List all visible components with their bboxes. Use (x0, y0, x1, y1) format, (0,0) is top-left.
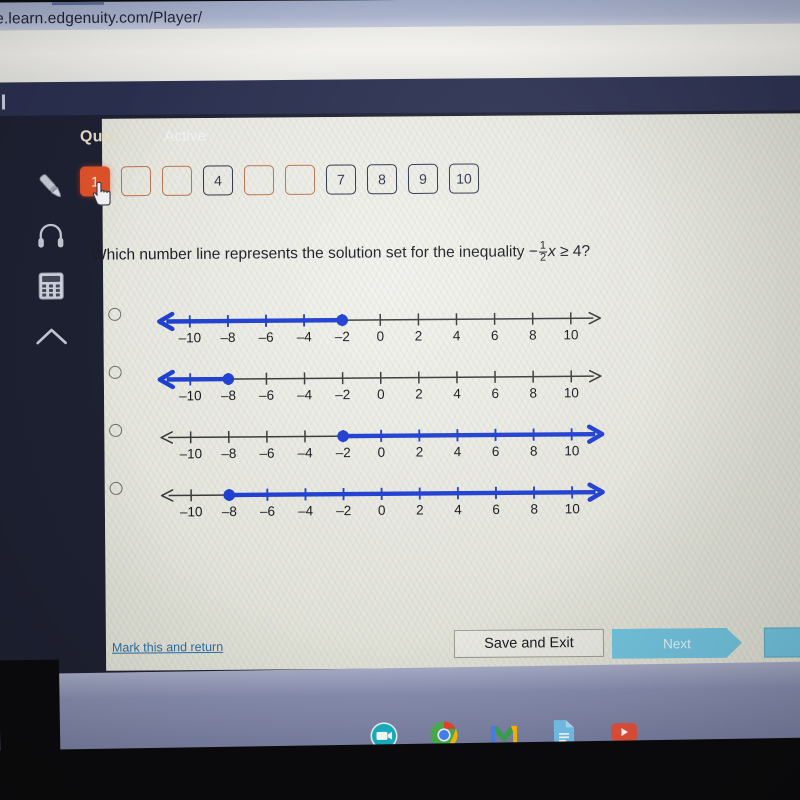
svg-text:4: 4 (454, 444, 462, 459)
svg-text:–4: –4 (298, 503, 314, 518)
svg-text:2: 2 (416, 502, 424, 517)
svg-text:6: 6 (492, 444, 500, 459)
quiz-title: Quiz (79, 128, 116, 146)
question-nav-button-7: 7 (325, 164, 357, 195)
radio-button-c[interactable] (109, 423, 123, 437)
calculator-icon[interactable] (28, 262, 74, 310)
question-nav-button-10: 10 (448, 163, 480, 194)
svg-text:–10: –10 (179, 330, 202, 345)
svg-text:–6: –6 (259, 446, 274, 461)
question-nav-button-4: 4 (202, 165, 234, 196)
svg-text:2: 2 (415, 386, 423, 401)
question-nav-button-2[interactable]: 2 (120, 166, 152, 197)
question-nav-label: 9 (419, 170, 427, 187)
url-text: re.learn.edgenuity.com/Player/ (0, 9, 203, 28)
mark-this-and-return-link[interactable]: Mark this and return (112, 640, 223, 655)
question-minus: − (528, 243, 538, 261)
question-number-nav[interactable]: 1 2 3 4 5 6 7 8 9 10 (79, 163, 480, 197)
svg-text:0: 0 (377, 329, 385, 344)
collapse-arrow-icon[interactable] (28, 312, 74, 360)
svg-text:–2: –2 (336, 445, 351, 460)
radio-button-b[interactable] (108, 365, 122, 379)
svg-text:–8: –8 (222, 504, 237, 519)
radio-button-d[interactable] (109, 481, 123, 495)
highlighter-icon[interactable] (27, 162, 73, 210)
svg-text:–2: –2 (335, 329, 350, 344)
svg-text:–4: –4 (297, 387, 313, 402)
fraction-denominator: 2 (539, 251, 547, 264)
svg-text:6: 6 (491, 386, 499, 401)
svg-text:–4: –4 (298, 445, 314, 460)
number-line-a: –10 –8 –6 –4 –2 0 2 4 6 8 10 (145, 292, 615, 348)
svg-text:2: 2 (416, 444, 424, 459)
svg-text:–8: –8 (220, 330, 235, 345)
question-nav-label: 10 (456, 170, 472, 187)
question-nav-button-8: 8 (366, 164, 398, 195)
question-variable: x (547, 243, 556, 261)
fraction-one-half: 12 (538, 240, 548, 265)
quiz-header: Quiz Active (80, 128, 207, 147)
svg-text:8: 8 (529, 328, 537, 343)
svg-text:0: 0 (378, 445, 386, 460)
svg-text:4: 4 (453, 386, 461, 401)
number-line-b: –10 –8 –6 –4 –2 0 2 4 6 8 10 (146, 350, 616, 406)
question-nav-button-9: 9 (407, 163, 439, 194)
svg-text:–10: –10 (179, 388, 202, 403)
photographed-screen: re.learn.edgenuity.com/Player/ Quiz Acti… (0, 0, 800, 800)
svg-text:–10: –10 (179, 446, 202, 461)
svg-text:8: 8 (530, 502, 538, 517)
svg-text:10: 10 (564, 443, 579, 458)
save-and-exit-button[interactable]: Save and Exit (453, 628, 605, 659)
svg-text:10: 10 (563, 327, 578, 342)
question-nav-label: 8 (378, 171, 386, 188)
question-relation: ≥ 4? (555, 242, 591, 261)
next-button[interactable]: Next (612, 628, 742, 659)
question-nav-label: 1 (91, 173, 99, 190)
number-line-d: –10 –8 –6 –4 –2 0 2 4 6 8 10 (146, 466, 616, 522)
svg-text:–4: –4 (297, 329, 313, 344)
svg-text:–2: –2 (336, 503, 351, 518)
svg-text:–8: –8 (221, 446, 236, 461)
radio-button-a[interactable] (108, 307, 122, 321)
screen-bezel-left (0, 659, 62, 800)
question-prefix: Which number line represents the solutio… (91, 243, 529, 264)
svg-text:–8: –8 (221, 388, 236, 403)
svg-text:–6: –6 (260, 504, 275, 519)
question-nav-button-6[interactable]: 6 (284, 164, 316, 195)
headphones-icon[interactable] (28, 212, 74, 260)
svg-text:0: 0 (377, 387, 385, 402)
svg-text:–6: –6 (259, 388, 274, 403)
question-text: Which number line represents the solutio… (92, 240, 632, 268)
question-nav-button-3[interactable]: 3 (161, 165, 193, 196)
svg-text:–2: –2 (335, 387, 350, 402)
svg-text:2: 2 (415, 328, 423, 343)
browser-tab-stub[interactable] (51, 0, 104, 6)
question-nav-button-5[interactable]: 5 (243, 165, 275, 196)
svg-text:10: 10 (564, 385, 579, 400)
svg-text:6: 6 (491, 328, 499, 343)
svg-text:–10: –10 (180, 504, 203, 519)
question-nav-label: 5 (255, 172, 263, 189)
submit-button[interactable]: Su (763, 626, 800, 658)
svg-text:6: 6 (492, 502, 500, 517)
svg-text:4: 4 (454, 502, 462, 517)
question-nav-button-1[interactable]: 1 (79, 166, 111, 197)
svg-text:–6: –6 (259, 330, 274, 345)
tool-rail[interactable] (27, 162, 75, 362)
svg-text:8: 8 (530, 444, 538, 459)
svg-text:0: 0 (378, 503, 386, 518)
question-nav-label: 3 (173, 172, 181, 189)
question-nav-label: 7 (337, 171, 345, 188)
question-nav-label: 6 (296, 171, 304, 188)
svg-text:4: 4 (453, 328, 461, 343)
svg-text:10: 10 (565, 501, 580, 516)
question-nav-label: 2 (132, 173, 140, 190)
number-line-c: –10 –8 –6 –4 –2 0 2 4 6 8 10 (146, 408, 616, 464)
quiz-status: Active (164, 127, 207, 145)
question-nav-label: 4 (214, 172, 222, 189)
svg-text:8: 8 (529, 386, 537, 401)
app-logo-mark (1, 94, 6, 110)
